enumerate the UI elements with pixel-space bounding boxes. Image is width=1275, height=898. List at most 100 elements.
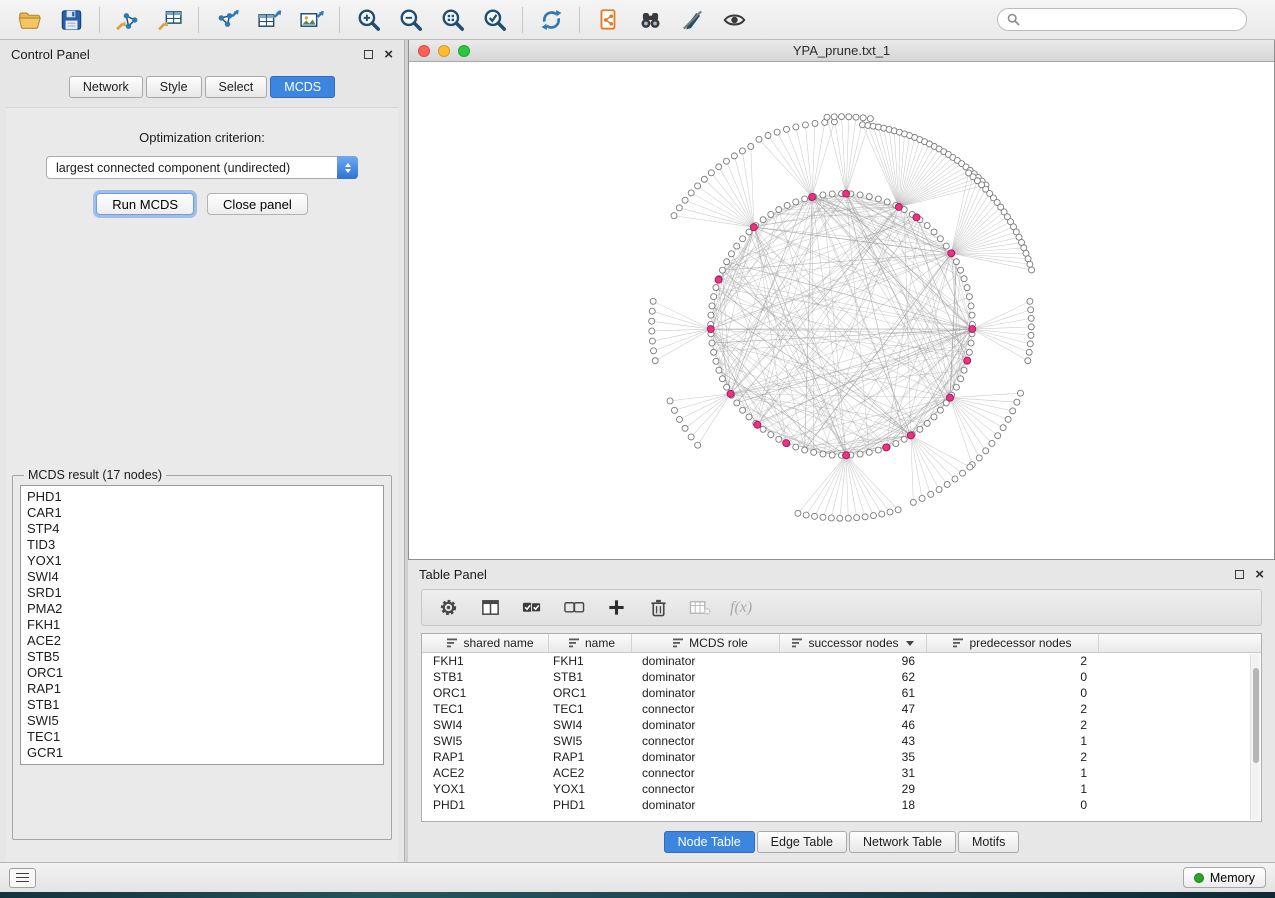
duplicate-network-button[interactable] <box>589 4 627 36</box>
graph-hub-node[interactable] <box>715 276 722 283</box>
graph-node[interactable] <box>649 338 655 344</box>
graph-node[interactable] <box>931 229 937 235</box>
graph-node[interactable] <box>724 384 730 390</box>
graph-hub-node[interactable] <box>843 190 850 197</box>
graph-node[interactable] <box>1014 399 1020 405</box>
graph-node[interactable] <box>862 514 868 520</box>
graph-node[interactable] <box>966 294 972 300</box>
tab-style[interactable]: Style <box>146 76 202 98</box>
network-canvas[interactable] <box>409 62 1274 559</box>
graph-node[interactable] <box>857 451 863 457</box>
graph-node[interactable] <box>901 436 907 442</box>
graph-hub-node[interactable] <box>809 194 816 201</box>
graph-node[interactable] <box>719 267 725 273</box>
graph-node[interactable] <box>671 213 677 219</box>
tab-edge-table[interactable]: Edge Table <box>757 831 847 853</box>
graph-node[interactable] <box>1027 341 1033 347</box>
graph-node[interactable] <box>649 328 655 334</box>
graph-node[interactable] <box>652 358 658 364</box>
graph-hub-node[interactable] <box>969 326 976 333</box>
graph-node[interactable] <box>853 114 859 120</box>
mcds-result-item[interactable]: ORC1 <box>27 665 377 681</box>
tab-network-table[interactable]: Network Table <box>849 831 956 853</box>
table-row[interactable]: PHD1PHD1dominator180 <box>422 797 1261 813</box>
graph-node[interactable] <box>711 349 717 355</box>
graph-node[interactable] <box>1028 307 1034 313</box>
graph-node[interactable] <box>793 124 799 130</box>
graph-node[interactable] <box>928 491 934 497</box>
graph-node[interactable] <box>650 298 656 304</box>
graph-node[interactable] <box>768 211 774 217</box>
graph-node[interactable] <box>728 251 734 257</box>
graph-node[interactable] <box>966 349 972 355</box>
refresh-button[interactable] <box>532 4 570 36</box>
graph-node[interactable] <box>1010 408 1016 414</box>
memory-button[interactable]: Memory <box>1183 867 1266 888</box>
graph-node[interactable] <box>776 436 782 442</box>
graph-node[interactable] <box>748 143 754 149</box>
graph-node[interactable] <box>1027 298 1033 304</box>
graph-node[interactable] <box>671 407 677 413</box>
graph-hub-node[interactable] <box>913 214 920 221</box>
graph-node[interactable] <box>976 455 982 461</box>
float-panel-icon[interactable] <box>364 50 373 59</box>
graph-node[interactable] <box>713 285 719 291</box>
graph-node[interactable] <box>776 207 782 213</box>
graph-node[interactable] <box>875 196 881 202</box>
graph-hub-node[interactable] <box>883 444 890 451</box>
graph-node[interactable] <box>731 153 737 159</box>
mcds-result-list[interactable]: PHD1CAR1STP4TID3YOX1SWI4SRD1PMA2FKH1ACE2… <box>20 485 384 765</box>
zoom-in-button[interactable] <box>349 4 387 36</box>
graph-node[interactable] <box>937 407 943 413</box>
graph-node[interactable] <box>649 308 655 314</box>
graph-node[interactable] <box>774 129 780 135</box>
show-hide-button[interactable] <box>715 4 753 36</box>
graph-node[interactable] <box>820 192 826 198</box>
graph-node[interactable] <box>968 303 974 309</box>
import-network-button[interactable] <box>109 4 147 36</box>
tab-network[interactable]: Network <box>69 76 143 98</box>
mcds-result-item[interactable]: ACE2 <box>27 633 377 649</box>
save-session-button[interactable] <box>52 4 90 36</box>
graph-hub-node[interactable] <box>948 250 955 257</box>
graph-node[interactable] <box>1000 425 1006 431</box>
graph-hub-node[interactable] <box>727 390 734 397</box>
table-row[interactable]: TEC1TEC1connector472 <box>422 701 1261 717</box>
graph-node[interactable] <box>919 495 925 501</box>
graph-node[interactable] <box>723 158 729 164</box>
panel-menu-button[interactable] <box>9 868 36 888</box>
graph-hub-node[interactable] <box>754 421 761 428</box>
graph-node[interactable] <box>845 515 851 521</box>
graph-node[interactable] <box>837 515 843 521</box>
column-header-name[interactable]: name <box>549 634 632 652</box>
graph-node[interactable] <box>783 126 789 132</box>
graph-hub-node[interactable] <box>907 432 914 439</box>
table-row[interactable]: YOX1YOX1connector291 <box>422 781 1261 797</box>
graph-node[interactable] <box>887 509 893 515</box>
graph-node[interactable] <box>961 276 967 282</box>
graph-node[interactable] <box>811 449 817 455</box>
table-row[interactable]: FKH1FKH1dominator962 <box>422 653 1261 669</box>
graph-node[interactable] <box>768 432 774 438</box>
graph-hub-node[interactable] <box>946 394 953 401</box>
mcds-result-item[interactable]: STP4 <box>27 521 377 537</box>
graph-node[interactable] <box>936 487 942 493</box>
graph-node[interactable] <box>1026 349 1032 355</box>
mcds-result-item[interactable]: PMA2 <box>27 601 377 617</box>
graph-node[interactable] <box>812 120 818 126</box>
graph-node[interactable] <box>701 176 707 182</box>
graph-node[interactable] <box>695 183 701 189</box>
graph-node[interactable] <box>651 348 657 354</box>
graph-node[interactable] <box>937 236 943 242</box>
graph-node[interactable] <box>667 398 673 404</box>
graph-node[interactable] <box>854 515 860 521</box>
zoom-out-button[interactable] <box>391 4 429 36</box>
graph-node[interactable] <box>828 515 834 521</box>
graph-node[interactable] <box>765 133 771 139</box>
mcds-result-item[interactable]: GCR1 <box>27 745 377 761</box>
graph-node[interactable] <box>870 513 876 519</box>
graph-hub-node[interactable] <box>707 326 714 333</box>
network-graph[interactable] <box>409 62 1274 559</box>
graph-node[interactable] <box>893 441 899 447</box>
graph-node[interactable] <box>879 511 885 517</box>
